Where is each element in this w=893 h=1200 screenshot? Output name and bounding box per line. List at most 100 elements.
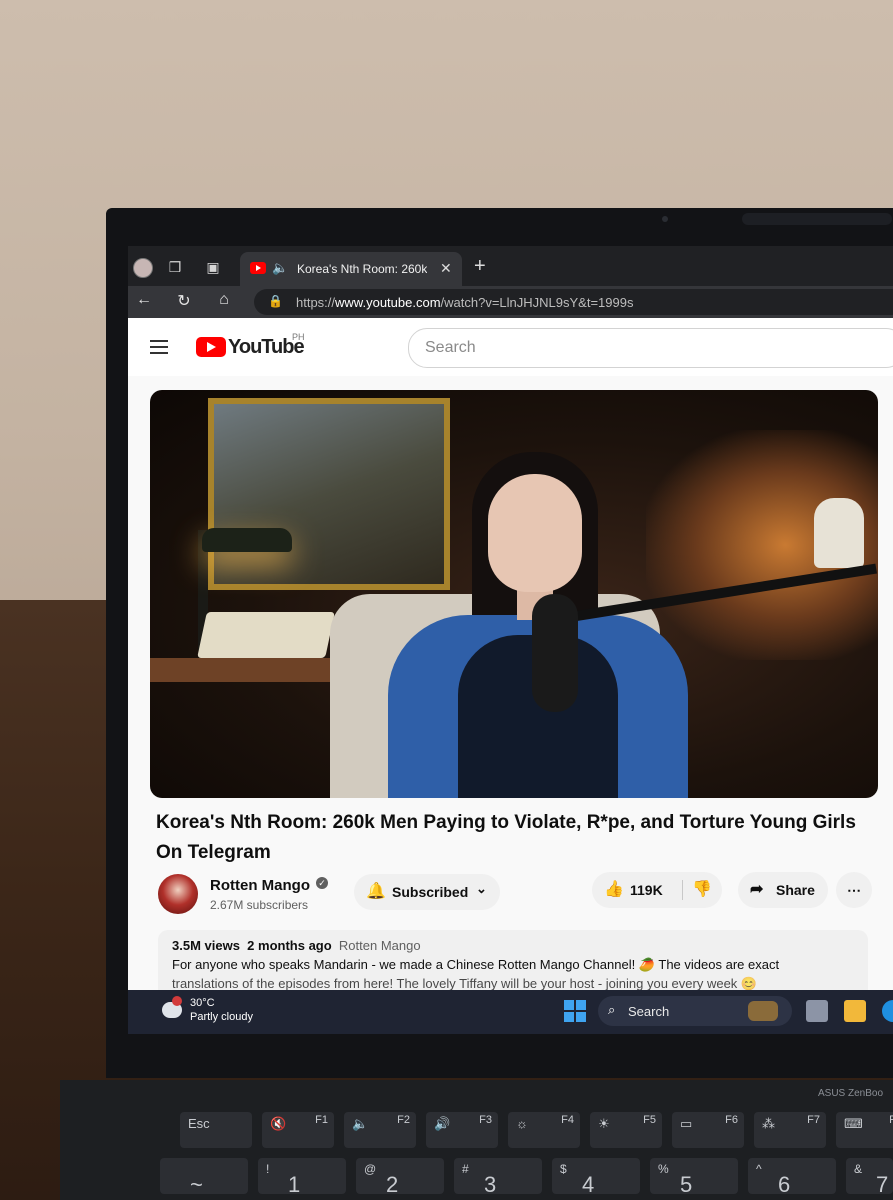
number-key[interactable]: $4: [552, 1158, 640, 1197]
shift-label: &: [854, 1162, 863, 1176]
host-face: [488, 474, 582, 592]
fn-label: F1: [315, 1114, 328, 1126]
number-key[interactable]: ~: [160, 1158, 248, 1197]
share-button[interactable]: ➦ Share: [738, 872, 828, 908]
background-statue: [814, 498, 864, 568]
key-label: 1: [288, 1172, 301, 1197]
address-bar[interactable]: 🔒 https://www.youtube.com/watch?v=LlnJHJ…: [254, 289, 893, 315]
home-icon[interactable]: ⌂: [214, 291, 234, 309]
description-channel: Rotten Mango: [338, 938, 421, 953]
url-text: https://www.youtube.com/watch?v=LlnJHJNL…: [296, 295, 634, 310]
dislike-icon[interactable]: 👎: [692, 879, 712, 899]
bell-icon: 🔔: [366, 883, 386, 900]
number-key[interactable]: & 7: [846, 1158, 893, 1197]
fn-label: F2: [397, 1114, 410, 1126]
subscriber-count: 2.67M subscribers: [210, 898, 309, 912]
fn-key[interactable]: 🔇 F1: [262, 1112, 334, 1148]
number-key[interactable]: #3: [454, 1158, 542, 1197]
youtube-favicon-icon: [250, 262, 266, 274]
more-actions-button[interactable]: ⋯: [836, 872, 872, 908]
tab-actions-icon[interactable]: ▣: [204, 258, 222, 276]
profile-avatar-icon[interactable]: [133, 258, 153, 278]
browser-toolbar: ← ↻ ⌂ 🔒 https://www.youtube.com/watch?v=…: [128, 286, 893, 318]
lock-icon[interactable]: 🔒: [268, 294, 283, 308]
edge-browser-icon[interactable]: [882, 1000, 893, 1022]
share-icon: ➦: [750, 881, 764, 898]
menu-icon[interactable]: [150, 340, 168, 358]
country-code: PH: [292, 332, 305, 342]
key-label: ⁂: [762, 1116, 775, 1131]
windows-start-icon[interactable]: [564, 1000, 586, 1022]
key-label: 4: [582, 1172, 595, 1197]
audio-playing-icon[interactable]: 🔈: [272, 260, 288, 276]
shift-label: #: [462, 1162, 469, 1176]
like-count[interactable]: 119K: [630, 882, 663, 898]
shift-label: !: [266, 1162, 270, 1176]
like-icon[interactable]: 👍: [604, 879, 624, 899]
laptop-screen: ❒ ▣ 🔈 Korea's Nth Room: 260k Me ✕ + ← ↻ …: [128, 246, 893, 1034]
side-desk: [150, 658, 330, 682]
file-explorer-icon[interactable]: [844, 1000, 866, 1022]
new-tab-icon[interactable]: +: [474, 255, 486, 278]
key-label: Esc: [188, 1116, 210, 1131]
taskbar-search-label: Search: [628, 1004, 670, 1019]
fn-key[interactable]: ▭ F6: [672, 1112, 744, 1148]
youtube-logo-icon[interactable]: [196, 337, 226, 357]
tab-youtube[interactable]: 🔈 Korea's Nth Room: 260k Me ✕: [240, 252, 462, 286]
shift-label: $: [560, 1162, 567, 1176]
number-key[interactable]: ^ 6: [748, 1158, 836, 1197]
key-label: 5: [680, 1172, 693, 1197]
fn-label: F4: [561, 1114, 574, 1126]
fn-key[interactable]: Esc: [180, 1112, 252, 1148]
shift-label: ^: [756, 1162, 762, 1176]
fn-key[interactable]: ⌨ F8: [836, 1112, 893, 1148]
number-key[interactable]: @2: [356, 1158, 444, 1197]
number-key[interactable]: % 5: [650, 1158, 738, 1197]
subscribed-button[interactable]: 🔔 Subscribed ⌄: [354, 874, 500, 910]
key-label: ▭: [680, 1116, 693, 1131]
subscribed-label: Subscribed: [392, 884, 469, 900]
share-label: Share: [776, 882, 815, 898]
shift-label: @: [364, 1162, 377, 1176]
back-arrow-icon[interactable]: ←: [134, 291, 154, 309]
windows-taskbar: 30°C Partly cloudy ⌕ Search: [128, 990, 893, 1034]
search-icon: ⌕: [608, 1002, 616, 1017]
close-tab-icon[interactable]: ✕: [440, 260, 452, 277]
upload-age: 2 months ago: [247, 938, 332, 953]
fn-key[interactable]: ☼ F4: [508, 1112, 580, 1148]
fn-label: F3: [479, 1114, 492, 1126]
task-view-icon[interactable]: [806, 1000, 828, 1022]
fn-key[interactable]: ☀ F5: [590, 1112, 662, 1148]
key-label: 2: [386, 1172, 399, 1197]
search-input[interactable]: Search: [408, 328, 893, 368]
open-book: [197, 612, 335, 658]
video-player[interactable]: [150, 390, 878, 798]
search-highlight-icon: [748, 1001, 778, 1021]
taskbar-search[interactable]: ⌕ Search: [598, 996, 792, 1026]
fn-label: F5: [643, 1114, 656, 1126]
number-key[interactable]: ! 1: [258, 1158, 346, 1197]
fn-key[interactable]: 🔈 F2: [344, 1112, 416, 1148]
channel-name[interactable]: Rotten Mango: [210, 877, 310, 894]
verified-icon: ✓: [316, 877, 328, 889]
fn-key[interactable]: ⁂ F7: [754, 1112, 826, 1148]
youtube-header: YouTube PH Search: [128, 318, 893, 376]
description-meta: 3.5M views 2 months ago Rotten Mango: [172, 938, 421, 953]
workspaces-icon[interactable]: ❒: [166, 258, 184, 276]
chevron-down-icon: ⌄: [476, 881, 487, 896]
notification-badge: [172, 996, 182, 1006]
weather-condition[interactable]: Partly cloudy: [190, 1011, 253, 1023]
refresh-icon[interactable]: ↻: [174, 291, 194, 311]
fn-label: F7: [807, 1114, 820, 1126]
fn-key[interactable]: 🔊 F3: [426, 1112, 498, 1148]
key-label: ☀: [598, 1116, 610, 1131]
key-label: ☼: [516, 1116, 528, 1131]
key-label: ⌨: [844, 1116, 863, 1131]
search-placeholder: Search: [425, 339, 476, 356]
key-label: ~: [190, 1172, 203, 1197]
channel-avatar[interactable]: [158, 874, 198, 914]
shift-label: %: [658, 1162, 669, 1176]
like-divider: [682, 880, 683, 900]
key-label: 3: [484, 1172, 497, 1197]
weather-temperature[interactable]: 30°C: [190, 997, 215, 1009]
